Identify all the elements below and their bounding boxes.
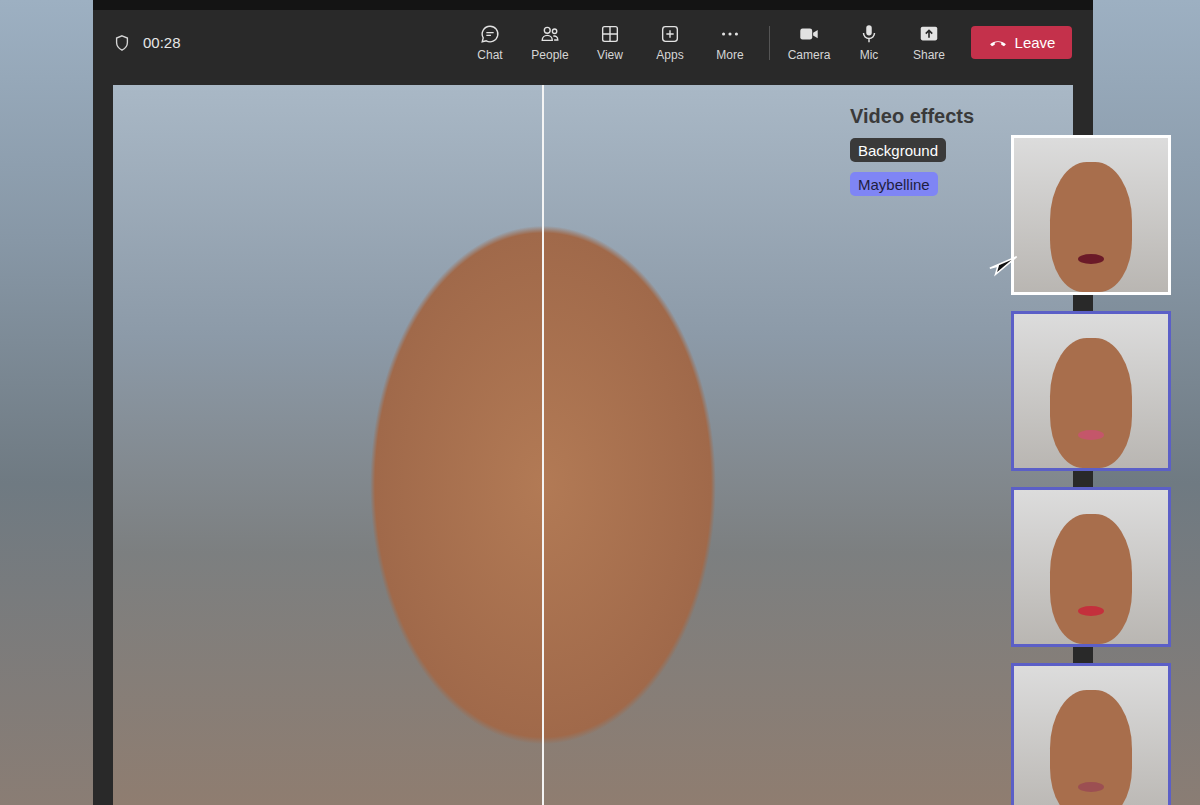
lip-color-swatch — [1078, 254, 1104, 264]
share-screen-icon — [918, 23, 940, 45]
title-strip — [93, 0, 1093, 10]
toolbar-label: Apps — [656, 48, 683, 62]
toolbar-label: Share — [913, 48, 945, 62]
toolbar-label: More — [716, 48, 743, 62]
makeup-look-thumbnail[interactable] — [1011, 135, 1171, 295]
leave-button[interactable]: Leave — [971, 26, 1072, 59]
makeup-looks — [1011, 135, 1171, 805]
toolbar-button[interactable]: Camera — [779, 18, 839, 68]
grid-view-icon — [599, 23, 621, 45]
toolbar-button[interactable]: Mic — [839, 18, 899, 68]
toolbar-label: Chat — [477, 48, 502, 62]
people-icon — [539, 23, 561, 45]
toolbar-button[interactable]: More — [700, 18, 760, 68]
meeting-toolbar: 00:28 Chat People View Apps More Camera Mic Shar… — [93, 10, 1093, 75]
mouse-cursor-icon — [988, 250, 1018, 280]
desktop: 00:28 Chat People View Apps More Camera Mic Shar… — [0, 0, 1200, 805]
toolbar-buttons: Chat People View Apps More Camera Mic Share Leav… — [460, 18, 1072, 68]
toolbar-button[interactable]: Chat — [460, 18, 520, 68]
toolbar-button[interactable]: View — [580, 18, 640, 68]
makeup-look-thumbnail[interactable] — [1011, 487, 1171, 647]
toolbar-button[interactable]: Apps — [640, 18, 700, 68]
shield-icon — [113, 34, 131, 52]
teams-meeting-window: 00:28 Chat People View Apps More Camera Mic Shar… — [93, 0, 1093, 805]
add-apps-icon — [659, 23, 681, 45]
effect-category[interactable]: Background — [850, 138, 946, 162]
makeup-look-thumbnail[interactable] — [1011, 311, 1171, 471]
chat-icon — [479, 23, 501, 45]
lip-color-swatch — [1078, 430, 1104, 440]
camera-icon — [798, 23, 820, 45]
effect-category[interactable]: Maybelline — [850, 172, 938, 196]
ellipsis-icon — [719, 23, 741, 45]
video-feed: Video effects Background Maybelline — [113, 85, 1073, 805]
hang-up-icon — [988, 33, 1008, 53]
toolbar-label: View — [597, 48, 623, 62]
before-after-divider — [542, 85, 544, 805]
face-preview — [1050, 514, 1132, 644]
face-preview — [1050, 690, 1132, 805]
leave-label: Leave — [1015, 34, 1056, 51]
toolbar-button[interactable]: People — [520, 18, 580, 68]
toolbar-label: Mic — [860, 48, 879, 62]
microphone-icon — [858, 23, 880, 45]
toolbar-label: People — [531, 48, 568, 62]
toolbar-divider — [769, 26, 770, 60]
lip-color-swatch — [1078, 782, 1104, 792]
video-effects-title: Video effects — [850, 105, 974, 128]
call-timer: 00:28 — [143, 34, 181, 51]
face-preview — [1050, 162, 1132, 292]
video-effects-panel: Video effects Background Maybelline — [850, 105, 974, 196]
makeup-look-thumbnail[interactable] — [1011, 663, 1171, 805]
lip-color-swatch — [1078, 606, 1104, 616]
face-preview — [1050, 338, 1132, 468]
toolbar-button[interactable]: Share — [899, 18, 959, 68]
toolbar-label: Camera — [788, 48, 831, 62]
